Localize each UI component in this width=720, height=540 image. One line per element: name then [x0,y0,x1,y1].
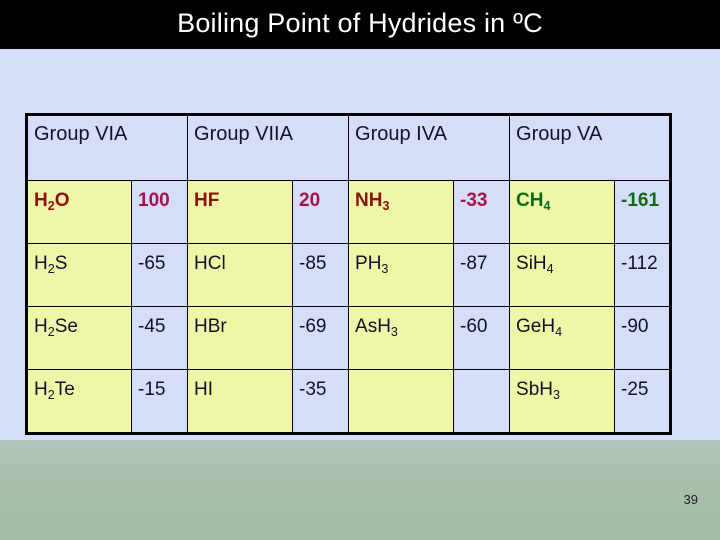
boiling-point-text: 100 [138,190,170,211]
table-cell-formula: NH3 [348,180,455,244]
formula-text: HBr [194,316,227,337]
table-cell-value: -45 [130,306,189,370]
table-cell-formula: CH4 [509,180,616,244]
table-cell-formula: H2Te [26,369,132,434]
boiling-point-text: -90 [621,316,649,337]
boiling-point-text: -15 [138,379,166,400]
table-cell-value: -35 [292,369,350,434]
formula-text: HI [194,379,214,400]
table-cell-value: -161 [614,180,672,244]
formula-text: H2Te [34,379,75,402]
table-row: H2Te -15 HI -35 SbH3 -25 [26,369,672,434]
table-cell-formula: PH3 [348,243,455,307]
column-header-group-viia: Group VIIA [187,114,350,181]
boiling-point-text: -161 [621,190,660,211]
table-cell-formula: SiH4 [509,243,616,307]
table-cell-value: -85 [292,243,350,307]
table-cell-value: 20 [292,180,350,244]
table-cell-formula [348,369,455,434]
boiling-point-text: -45 [138,316,166,337]
table-header: Group VIA Group VIIA Group IVA Group VA [25,114,672,181]
table-cell-value: -112 [614,243,672,307]
table-cell-formula: H2O [26,180,132,244]
table-header-row: Group VIA Group VIIA Group IVA Group VA [25,114,672,181]
table-cell-value: -90 [614,306,672,370]
table-cell-formula: H2S [26,243,132,307]
page-title: Boiling Point of Hydrides in ºC [177,8,543,38]
formula-text: GeH4 [516,316,563,339]
formula-text: CH4 [516,190,551,213]
table-cell-value: -60 [453,306,511,370]
boiling-point-text: -35 [299,379,327,400]
formula-text: H2O [34,190,70,213]
table-cell-formula: HBr [187,306,294,370]
formula-text: SbH3 [516,379,560,402]
boiling-point-text: -25 [621,379,649,400]
formula-text: AsH3 [355,316,398,339]
table-cell-formula: H2Se [26,306,132,370]
formula-text: HCl [194,253,226,274]
page-number: 39 [683,492,698,507]
formula-text: PH3 [355,253,389,276]
formula-text: H2S [34,253,68,276]
table-row: H2S -65 HCl -85 PH3 -87 SiH4 -112 [26,243,672,307]
title-bar: Boiling Point of Hydrides in ºC [0,0,720,49]
table-cell-formula: GeH4 [509,306,616,370]
formula-text: H2Se [34,316,78,339]
boiling-point-text: -65 [138,253,166,274]
table-cell-formula: SbH3 [509,369,616,434]
column-header-group-va: Group VA [509,114,672,181]
boiling-point-text: 20 [299,190,321,211]
boiling-point-text: -69 [299,316,327,337]
column-header-group-via: Group VIA [25,114,189,181]
table-cell-value: -25 [614,369,672,434]
boiling-point-text: -87 [460,253,488,274]
slide-canvas: Boiling Point of Hydrides in ºC Group VI… [0,0,720,540]
table-cell-formula: HF [187,180,294,244]
boiling-point-text: -85 [299,253,327,274]
hydride-boiling-point-table: Group VIA Group VIIA Group IVA Group VA … [25,113,673,435]
table-cell-value: -15 [130,369,189,434]
formula-text [355,370,447,379]
table-cell-formula: HI [187,369,294,434]
boiling-point-text: -112 [621,253,658,274]
table-cell-value: -87 [453,243,511,307]
boiling-point-text: -60 [460,316,488,337]
table-cell-formula: AsH3 [348,306,455,370]
boiling-point-text [460,370,503,379]
column-header-group-iva: Group IVA [348,114,511,181]
table-cell-value: -65 [130,243,189,307]
formula-text: SiH4 [516,253,554,276]
table-row: H2Se -45 HBr -69 AsH3 -60 GeH4 -90 [26,306,672,370]
table-cell-value [453,369,511,434]
formula-text: NH3 [355,190,390,213]
table-row: H2O 100 HF 20 NH3 -33 CH4 -161 [26,180,672,244]
table-cell-value: 100 [130,180,189,244]
table-body: H2O 100 HF 20 NH3 -33 CH4 -161 H2S -65 HCl -85 PH3 -8… [26,180,672,434]
table-cell-value: -33 [453,180,511,244]
formula-text: HF [194,190,220,211]
table-cell-formula: HCl [187,243,294,307]
boiling-point-text: -33 [460,190,488,211]
table-cell-value: -69 [292,306,350,370]
